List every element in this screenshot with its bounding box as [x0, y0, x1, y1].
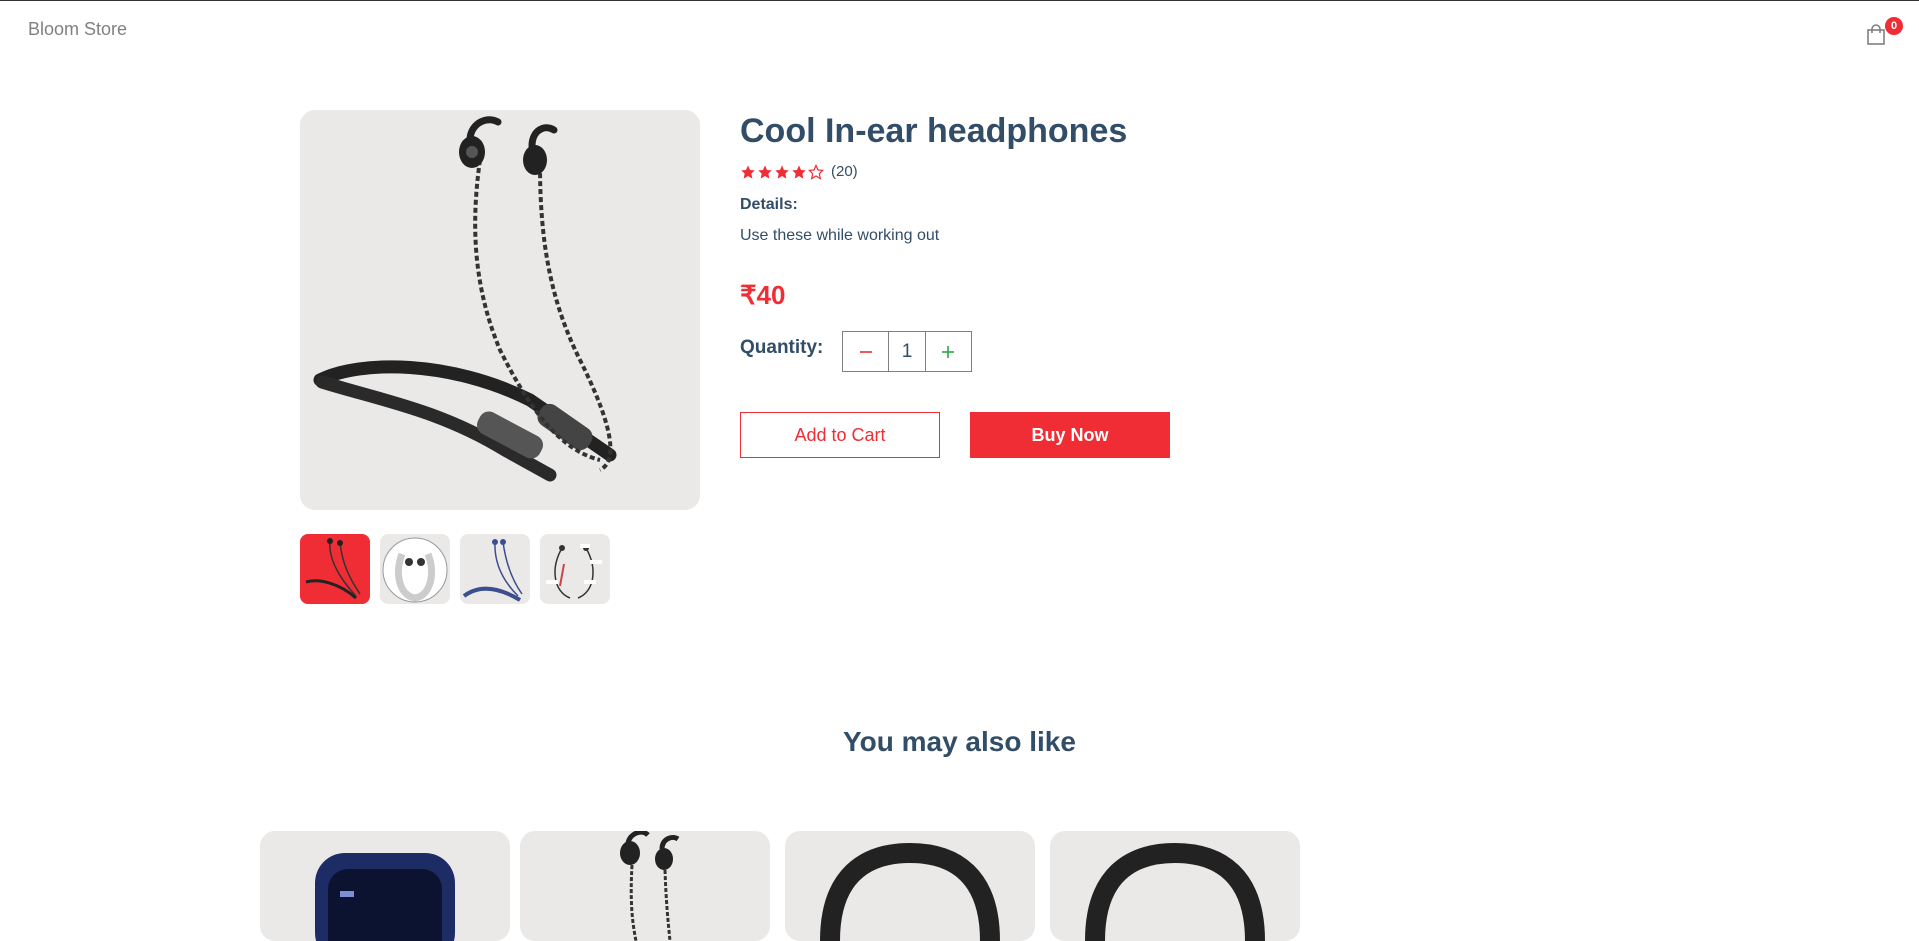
store-logo[interactable]: Bloom Store — [28, 19, 127, 40]
product-title: Cool In-ear headphones — [740, 112, 1128, 150]
cart-count-badge: 0 — [1885, 17, 1903, 35]
star-filled-icon — [741, 164, 755, 179]
increase-quantity-button[interactable] — [926, 332, 971, 371]
related-products-heading: You may also like — [843, 726, 1076, 757]
thumbnail-4[interactable] — [540, 534, 610, 604]
related-product-card[interactable] — [520, 831, 770, 941]
star-empty-icon — [808, 163, 824, 180]
decrease-quantity-button[interactable] — [843, 332, 888, 371]
shopping-bag-icon — [1867, 24, 1885, 45]
product-main-image — [300, 110, 700, 510]
earphones-thumbnail-image — [546, 544, 602, 599]
earphones-thumbnail-image — [305, 538, 361, 600]
plus-icon — [942, 345, 955, 358]
related-product-card[interactable] — [260, 831, 510, 941]
earphones-thumbnail-image — [382, 537, 448, 603]
star-filled-icon — [792, 164, 806, 179]
review-count: (20) — [831, 163, 858, 180]
add-to-cart-button[interactable]: Add to Cart — [740, 412, 940, 458]
quantity-value: 1 — [888, 332, 926, 371]
thumbnail-2[interactable] — [380, 534, 450, 604]
headphones-image — [1085, 842, 1265, 941]
cart-button[interactable]: 0 — [1866, 17, 1903, 47]
quantity-stepper: 1 — [842, 331, 972, 372]
product-price: ₹40 — [740, 280, 786, 310]
headphones-image — [820, 842, 1000, 941]
related-product-card[interactable] — [1050, 831, 1300, 941]
details-heading: Details: — [740, 196, 798, 213]
details-text: Use these while working out — [740, 227, 940, 244]
thumbnail-3[interactable] — [460, 534, 530, 604]
star-filled-icon — [758, 164, 772, 179]
earphones-thumbnail-image — [462, 539, 523, 602]
thumbnail-1[interactable] — [300, 534, 370, 604]
quantity-label: Quantity: — [740, 337, 824, 358]
minus-icon — [859, 350, 872, 353]
product-rating: (20) — [740, 163, 858, 180]
related-product-card[interactable] — [785, 831, 1035, 941]
navbar: Bloom Store 0 — [0, 1, 1919, 59]
smartwatch-image — [315, 853, 455, 941]
earphones-image — [620, 831, 680, 941]
star-filled-icon — [775, 164, 789, 179]
neckband-earphones-image — [313, 116, 617, 482]
buy-now-button[interactable]: Buy Now — [970, 412, 1170, 458]
